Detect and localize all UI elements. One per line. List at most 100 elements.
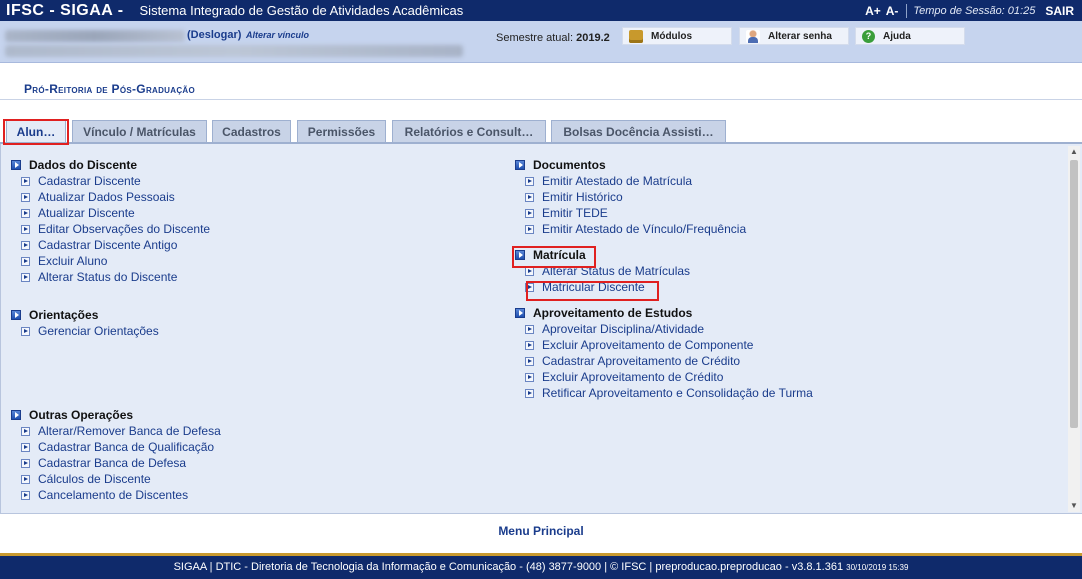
arrow-bullet-icon <box>21 326 30 336</box>
session-timer: Tempo de Sessão: 01:25 <box>913 4 1036 17</box>
menu-item[interactable]: Cadastrar Banca de Defesa <box>11 455 491 471</box>
left-column: Dados do Discente Cadastrar Discente Atu… <box>11 157 491 503</box>
arrow-bullet-icon <box>21 192 30 202</box>
menu-item-label: Excluir Aproveitamento de Crédito <box>542 370 724 384</box>
menu-item-label: Excluir Aluno <box>38 254 108 268</box>
modules-icon <box>629 29 643 43</box>
section-bullet-icon <box>515 160 525 170</box>
deslogar-link[interactable]: (Deslogar) <box>187 29 241 41</box>
menu-item[interactable]: Cancelamento de Discentes <box>11 487 491 503</box>
menu-item[interactable]: Alterar Status de Matrículas <box>515 263 1055 279</box>
tab-aluno[interactable]: Alun… <box>6 119 66 143</box>
section-matricula: Matrícula Alterar Status de Matrículas M… <box>515 247 1055 295</box>
arrow-bullet-icon <box>525 176 534 186</box>
user-name-redacted <box>5 30 185 42</box>
arrow-bullet-icon <box>525 372 534 382</box>
tab-relatorios[interactable]: Relatórios e Consult… <box>392 120 546 142</box>
scroll-up-icon[interactable]: ▲ <box>1068 146 1080 158</box>
font-increase-button[interactable]: A+ <box>865 4 881 18</box>
tab-bolsas[interactable]: Bolsas Docência Assisti… <box>551 120 726 142</box>
section-title: Orientações <box>29 308 99 322</box>
alterar-vinculo-link[interactable]: Alterar vínculo <box>246 30 309 40</box>
help-icon: ? <box>862 29 875 43</box>
current-semester: Semestre atual: 2019.2 <box>496 32 610 44</box>
menu-item[interactable]: Cadastrar Discente Antigo <box>11 237 491 253</box>
font-decrease-button[interactable]: A- <box>886 4 899 18</box>
menu-item-label: Emitir Atestado de Vínculo/Frequência <box>542 222 747 236</box>
arrow-bullet-icon <box>21 240 30 250</box>
modules-label: Módulos <box>651 30 693 42</box>
scroll-down-icon[interactable]: ▼ <box>1068 500 1080 512</box>
menu-item[interactable]: Excluir Aluno <box>11 253 491 269</box>
menu-item[interactable]: Gerenciar Orientações <box>11 323 491 339</box>
section-header: Aproveitamento de Estudos <box>515 305 1055 321</box>
menu-item[interactable]: Aproveitar Disciplina/Atividade <box>515 321 1055 337</box>
menu-item-label: Cálculos de Discente <box>38 472 151 486</box>
menu-item[interactable]: Excluir Aproveitamento de Crédito <box>515 369 1055 385</box>
arrow-bullet-icon <box>525 224 534 234</box>
page-title: Pró-Reitoria de Pós-Graduação <box>24 82 196 96</box>
tab-cadastros[interactable]: Cadastros <box>212 120 291 142</box>
menu-item[interactable]: Cadastrar Aproveitamento de Crédito <box>515 353 1055 369</box>
menu-item[interactable]: Alterar/Remover Banca de Defesa <box>11 423 491 439</box>
system-name: IFSC - SIGAA - <box>6 1 124 19</box>
arrow-bullet-icon <box>21 256 30 266</box>
menu-item-label: Cancelamento de Discentes <box>38 488 189 502</box>
main-menu-link[interactable]: Menu Principal <box>0 524 1082 538</box>
user-icon <box>746 29 760 43</box>
vertical-scrollbar[interactable]: ▲ ▼ <box>1068 146 1080 512</box>
menu-item-label: Emitir Histórico <box>542 190 623 204</box>
menu-item-label: Matricular Discente <box>542 280 645 294</box>
arrow-bullet-icon <box>525 388 534 398</box>
change-password-button[interactable]: Alterar senha <box>739 27 849 45</box>
modules-button[interactable]: Módulos <box>622 27 732 45</box>
menu-item[interactable]: Emitir Atestado de Vínculo/Frequência <box>515 221 1055 237</box>
menu-item[interactable]: Excluir Aproveitamento de Componente <box>515 337 1055 353</box>
menu-item-label: Cadastrar Aproveitamento de Crédito <box>542 354 741 368</box>
menu-item-label: Cadastrar Discente Antigo <box>38 238 178 252</box>
arrow-bullet-icon <box>21 490 30 500</box>
menu-item[interactable]: Emitir Atestado de Matrícula <box>515 173 1055 189</box>
footer-text: SIGAA | DTIC - Diretoria de Tecnologia d… <box>173 561 844 573</box>
menu-item-label: Aproveitar Disciplina/Atividade <box>542 322 705 336</box>
arrow-bullet-icon <box>21 208 30 218</box>
scroll-thumb[interactable] <box>1070 160 1078 428</box>
section-title: Dados do Discente <box>29 158 138 172</box>
logout-button[interactable]: SAIR <box>1045 4 1074 18</box>
menu-item[interactable]: Atualizar Discente <box>11 205 491 221</box>
arrow-bullet-icon <box>21 224 30 234</box>
arrow-bullet-icon <box>21 176 30 186</box>
menu-item[interactable]: Emitir TEDE <box>515 205 1055 221</box>
divider <box>0 99 1082 100</box>
user-info-bar: (Deslogar) Alterar vínculo Semestre atua… <box>0 21 1082 63</box>
semester-label: Semestre atual: <box>496 32 574 44</box>
topbar-right: A+ A- Tempo de Sessão: 01:25 SAIR <box>860 0 1074 21</box>
menu-item-matricular-discente[interactable]: Matricular Discente <box>515 279 1055 295</box>
section-bullet-icon <box>515 250 525 260</box>
menu-item[interactable]: Atualizar Dados Pessoais <box>11 189 491 205</box>
arrow-bullet-icon <box>21 426 30 436</box>
help-button[interactable]: ? Ajuda <box>855 27 965 45</box>
section-header: Documentos <box>515 157 1055 173</box>
menu-item[interactable]: Cadastrar Discente <box>11 173 491 189</box>
section-header: Matrícula <box>515 247 1055 263</box>
tab-vinculo-matriculas[interactable]: Vínculo / Matrículas <box>72 120 207 142</box>
arrow-bullet-icon <box>525 266 534 276</box>
arrow-bullet-icon <box>525 356 534 366</box>
menu-item[interactable]: Cadastrar Banca de Qualificação <box>11 439 491 455</box>
menu-item-label: Cadastrar Banca de Defesa <box>38 456 187 470</box>
menu-item[interactable]: Alterar Status do Discente <box>11 269 491 285</box>
arrow-bullet-icon <box>21 458 30 468</box>
menu-item[interactable]: Editar Observações do Discente <box>11 221 491 237</box>
menu-item[interactable]: Retificar Aproveitamento e Consolidação … <box>515 385 1055 401</box>
menu-item-label: Editar Observações do Discente <box>38 222 211 236</box>
menu-item[interactable]: Cálculos de Discente <box>11 471 491 487</box>
menu-item-label: Excluir Aproveitamento de Componente <box>542 338 754 352</box>
menu-item-label: Cadastrar Banca de Qualificação <box>38 440 215 454</box>
menu-item[interactable]: Emitir Histórico <box>515 189 1055 205</box>
footer-timestamp: 30/10/2019 15:39 <box>846 563 909 572</box>
tab-permissoes[interactable]: Permissões <box>297 120 386 142</box>
